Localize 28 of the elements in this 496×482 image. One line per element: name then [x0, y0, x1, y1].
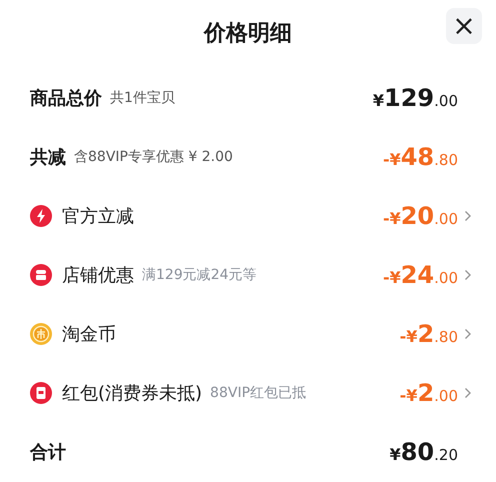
close-button[interactable]: × — [446, 8, 482, 44]
chevron-icon[interactable] — [464, 328, 472, 340]
amount: ¥129.00 — [372, 84, 458, 112]
chevron-icon[interactable] — [464, 268, 472, 280]
amount: -¥24.00 — [382, 260, 458, 288]
row-note: 满129元减24元等 — [142, 266, 257, 284]
row-note: 88VIP红包已抵 — [210, 384, 306, 402]
row-label: 店铺优惠 — [62, 264, 134, 286]
sheet-title: 价格明细 — [204, 20, 292, 48]
amount: -¥48.80 — [382, 142, 458, 170]
chevron-icon[interactable] — [464, 386, 472, 398]
lightning-icon — [30, 204, 52, 226]
row-label: 淘金币 — [62, 322, 116, 346]
row-note: 含88VIP专享优惠 ¥ 2.00 — [74, 148, 233, 166]
envelope-icon — [30, 382, 52, 404]
amount: -¥2.00 — [400, 378, 458, 406]
row-label: 红包(消费券未抵) — [62, 382, 202, 404]
amount: -¥20.00 — [382, 202, 458, 230]
row-label: 官方立减 — [62, 204, 134, 228]
row-label: 商品总价 — [30, 86, 102, 110]
amount: ¥80.20 — [390, 438, 458, 466]
chevron-icon[interactable] — [464, 210, 472, 222]
coin-icon — [30, 322, 52, 344]
row-note: 共1件宝贝 — [110, 88, 175, 106]
amount: -¥2.80 — [400, 320, 458, 348]
row-label: 合计 — [30, 440, 66, 464]
row-label: 共减 — [30, 146, 66, 168]
shop-icon — [30, 264, 52, 286]
